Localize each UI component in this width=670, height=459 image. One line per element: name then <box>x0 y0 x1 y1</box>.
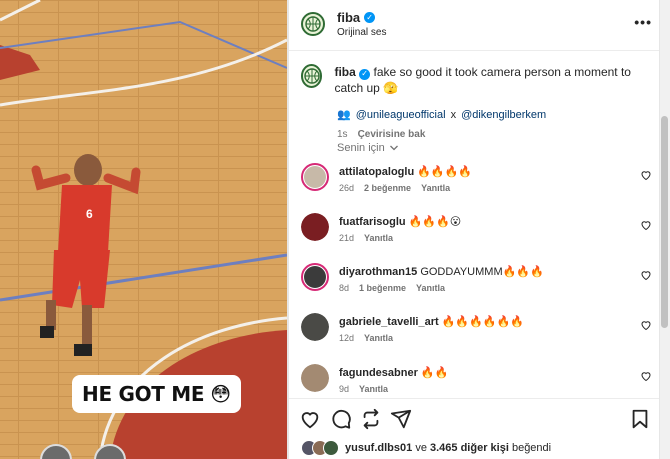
comment-body: attilatopaloglu 🔥🔥🔥🔥 <box>339 165 472 178</box>
post-action-bar <box>299 408 652 432</box>
comment-age: 12d <box>339 333 355 343</box>
tag-link-dikengilberkem[interactable]: @dikengilberkem <box>461 109 546 121</box>
comment-age: 9d <box>339 384 350 394</box>
fiba-avatar[interactable] <box>301 12 325 36</box>
comment-meta: 26d 2 beğenme Yanıtla <box>339 183 450 193</box>
comment-age: 8d <box>339 283 350 293</box>
commenter-avatar[interactable] <box>301 313 329 341</box>
comments-scrollbar[interactable] <box>659 0 670 459</box>
commenter-avatar[interactable] <box>301 364 329 392</box>
sort-label: Senin için <box>337 142 385 154</box>
comment-text: 🔥🔥 <box>420 367 449 379</box>
comment-body: fagundesabner 🔥🔥 <box>339 366 448 379</box>
commenter-username[interactable]: attilatopaloglu <box>339 166 414 178</box>
liker-username[interactable]: yusuf.dlbs01 <box>345 442 412 454</box>
video-caption-sticker: HE GOT ME 😳 <box>72 375 241 413</box>
heart-icon[interactable] <box>640 370 652 382</box>
commenter-username[interactable]: diyarothman15 <box>339 266 417 278</box>
comment-age: 21d <box>339 233 355 243</box>
repost-icon[interactable] <box>360 408 382 430</box>
caption-text-line: fiba ✓ fake so good it took camera perso… <box>334 64 652 96</box>
comment-body: fuatfarisoglu 🔥🔥🔥😮 <box>339 215 461 228</box>
heart-icon[interactable] <box>640 219 652 231</box>
reply-button[interactable]: Yanıtla <box>421 183 450 193</box>
heart-icon[interactable] <box>640 169 652 181</box>
post-details-panel: fiba ✓ Orijinal ses ••• fiba ✓ fake so g… <box>289 0 670 459</box>
video-caption-text: HE GOT ME <box>82 382 205 406</box>
caption-username[interactable]: fiba <box>334 65 355 79</box>
verified-icon: ✓ <box>359 68 371 80</box>
comment-meta: 9d Yanıtla <box>339 384 388 394</box>
commenter-username[interactable]: fagundesabner <box>339 367 418 379</box>
audio-label[interactable]: Orijinal ses <box>337 27 386 38</box>
likes-connector: ve <box>415 442 427 454</box>
comment-item: attilatopaloglu 🔥🔥🔥🔥 26d 2 beğenme Yanıt… <box>301 163 652 203</box>
caption-meta: 1s Çevirisine bak <box>337 129 652 140</box>
save-icon[interactable] <box>629 408 651 430</box>
tag-separator: x <box>450 108 457 121</box>
reply-button[interactable]: Yanıtla <box>416 283 445 293</box>
comment-body: diyarothman15 GODDAYUMMM🔥🔥🔥 <box>339 265 544 278</box>
comment-body: gabriele_tavelli_art 🔥🔥🔥🔥🔥🔥 <box>339 315 524 328</box>
comment-meta: 12d Yanıtla <box>339 333 393 343</box>
account-name[interactable]: fiba ✓ <box>337 10 386 25</box>
post-header: fiba ✓ Orijinal ses <box>301 8 654 40</box>
comment-item: fuatfarisoglu 🔥🔥🔥😮 21d Yanıtla <box>301 213 652 253</box>
comment-likes-count[interactable]: 2 beğenme <box>364 183 411 193</box>
likes-summary[interactable]: yusuf.dlbs01 ve 3.465 diğer kişi beğendi <box>301 440 551 456</box>
comment-text: 🔥🔥🔥🔥 <box>417 166 473 178</box>
scroll-thumb[interactable] <box>661 116 668 328</box>
post-caption: fiba ✓ fake so good it took camera perso… <box>301 64 652 140</box>
commenter-avatar[interactable] <box>301 163 329 191</box>
comment-sort-dropdown[interactable]: Senin için <box>337 142 399 154</box>
heart-icon[interactable] <box>640 319 652 331</box>
flushed-face-emoji: 😳 <box>210 382 231 406</box>
see-translation-link[interactable]: Çevirisine bak <box>358 129 426 140</box>
tag-link-unileague[interactable]: @unileagueofficial <box>356 109 446 121</box>
caption-age: 1s <box>337 129 348 140</box>
liker-avatars <box>301 440 339 456</box>
video-overlay-avatars <box>40 444 126 459</box>
comment-likes-count[interactable]: 1 beğenme <box>359 283 406 293</box>
chevron-down-icon <box>389 145 398 151</box>
comment-meta: 8d 1 beğenme Yanıtla <box>339 283 445 293</box>
more-icon[interactable]: ••• <box>634 14 652 30</box>
overlay-avatar <box>40 444 72 459</box>
comment-text: 🔥🔥🔥🔥🔥🔥 <box>441 316 524 328</box>
like-heart-icon[interactable] <box>299 408 321 430</box>
comment-meta: 21d Yanıtla <box>339 233 393 243</box>
verified-icon: ✓ <box>364 12 376 23</box>
people-icon: 👥 <box>337 109 351 121</box>
commenter-avatar[interactable] <box>301 213 329 241</box>
basketball-icon <box>305 16 321 32</box>
actions-divider <box>289 398 659 399</box>
caption-avatar[interactable] <box>301 64 323 88</box>
caption-body: fake so good it took camera person a mom… <box>334 65 631 95</box>
share-icon[interactable] <box>390 408 412 430</box>
likes-suffix: beğendi <box>511 442 552 454</box>
comment-text: GODDAYUMMM🔥🔥🔥 <box>420 266 544 278</box>
heart-icon[interactable] <box>640 269 652 281</box>
overlay-avatar <box>94 444 126 459</box>
liker-avatar <box>323 440 339 456</box>
commenter-avatar[interactable] <box>301 263 329 291</box>
comment-text: 🔥🔥🔥😮 <box>408 216 462 228</box>
header-divider <box>289 50 659 51</box>
video-player[interactable]: 6 HE GOT ME 😳 <box>0 0 287 459</box>
likes-others-count[interactable]: 3.465 diğer kişi <box>430 442 509 454</box>
reply-button[interactable]: Yanıtla <box>359 384 388 394</box>
comment-item: gabriele_tavelli_art 🔥🔥🔥🔥🔥🔥 12d Yanıtla <box>301 313 652 353</box>
commenter-username[interactable]: fuatfarisoglu <box>339 216 406 228</box>
basketball-icon <box>304 68 320 84</box>
reply-button[interactable]: Yanıtla <box>364 233 393 243</box>
reply-button[interactable]: Yanıtla <box>364 333 393 343</box>
comment-age: 26d <box>339 183 355 193</box>
jersey-number: 6 <box>86 207 93 221</box>
comment-item: diyarothman15 GODDAYUMMM🔥🔥🔥 8d 1 beğenme… <box>301 263 652 303</box>
commenter-username[interactable]: gabriele_tavelli_art <box>339 316 439 328</box>
comment-icon[interactable] <box>330 408 352 430</box>
tagged-accounts: 👥 @unileagueofficial x @dikengilberkem <box>337 108 652 122</box>
